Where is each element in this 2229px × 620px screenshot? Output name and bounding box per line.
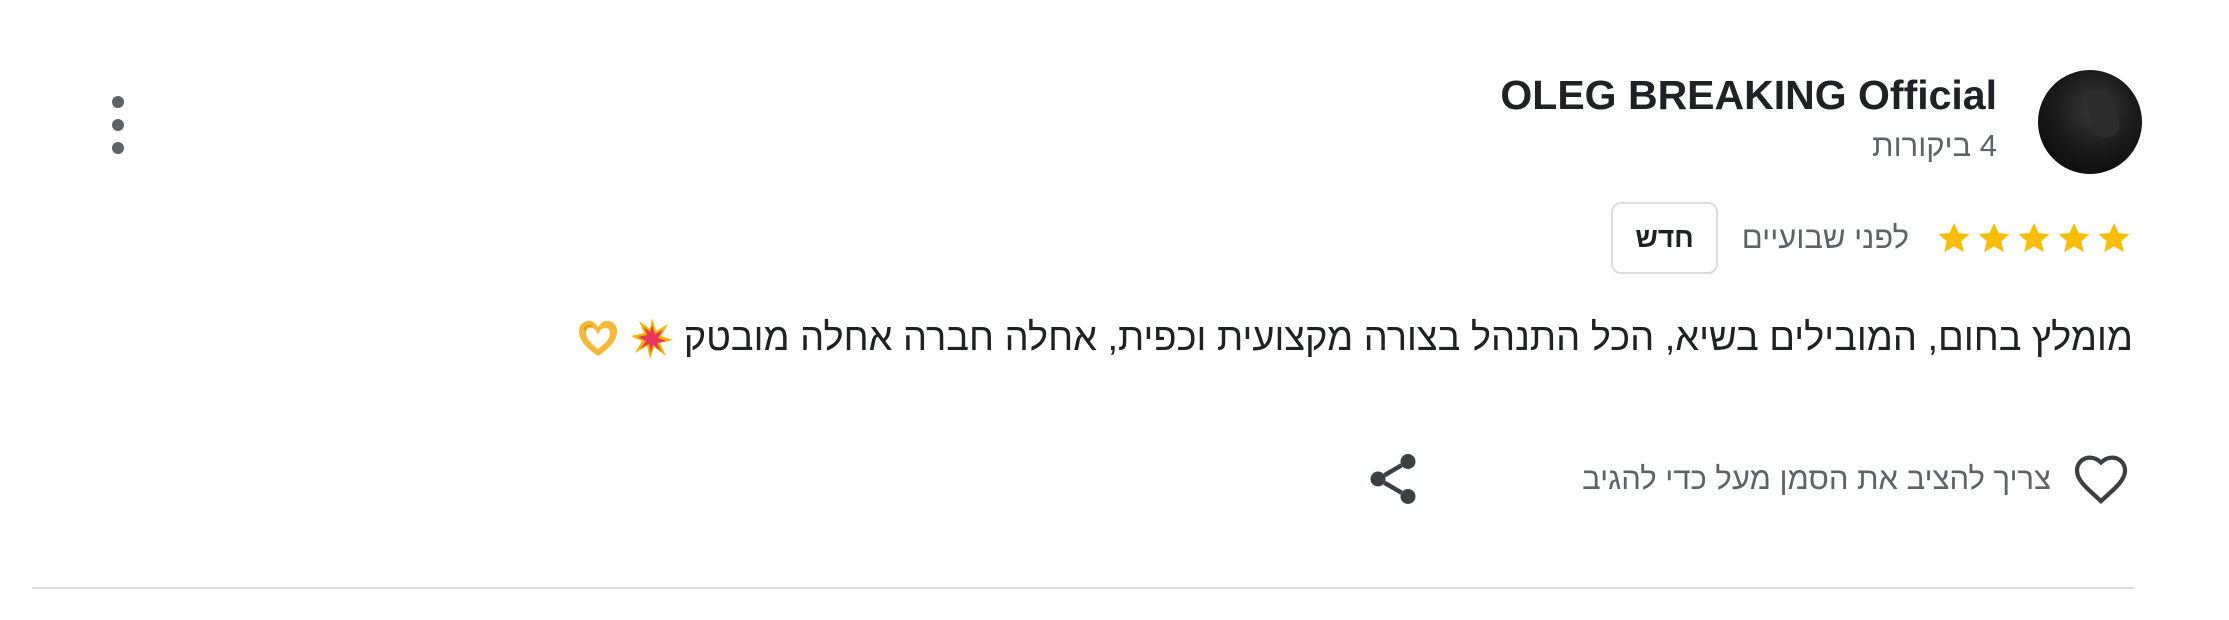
star-icon: [1938, 222, 1970, 253]
more-vert-icon[interactable]: [105, 92, 131, 158]
avatar[interactable]: [2038, 70, 2142, 174]
like-hint: צריך להציב את הסמן מעל כדי להגיב: [1582, 461, 2051, 496]
review-count[interactable]: 4 ביקורות: [1872, 128, 1997, 164]
like-button[interactable]: צריך להציב את הסמן מעל כדי להגיב: [1582, 447, 2133, 511]
review-text: מומלץ בחום, המובילים בשיא, הכל התנהל בצו…: [683, 316, 2133, 359]
divider: [32, 587, 2134, 589]
new-badge: חדש: [1611, 202, 1718, 274]
review-card: OLEG BREAKING Official 4 ביקורות לפני שב…: [0, 0, 2229, 620]
star-icon: [1978, 222, 2010, 253]
author-name[interactable]: OLEG BREAKING Official: [1500, 72, 1997, 119]
review-time: לפני שבועיים: [1741, 220, 1909, 255]
review-text-container: מומלץ בחום, המובילים בשיא, הכל התנהל בצו…: [576, 316, 2133, 360]
heart-hands-emoji: [578, 320, 617, 356]
star-icon: [2018, 222, 2050, 253]
star-icon: [2058, 222, 2090, 253]
heart-outline-icon[interactable]: [2069, 447, 2133, 511]
star-icon: [2098, 222, 2130, 253]
share-icon[interactable]: [1363, 449, 1423, 509]
star-rating: [1935, 219, 2133, 257]
collision-emoji: [630, 318, 673, 359]
rating-row: לפני שבועיים חדש: [1611, 202, 2133, 274]
